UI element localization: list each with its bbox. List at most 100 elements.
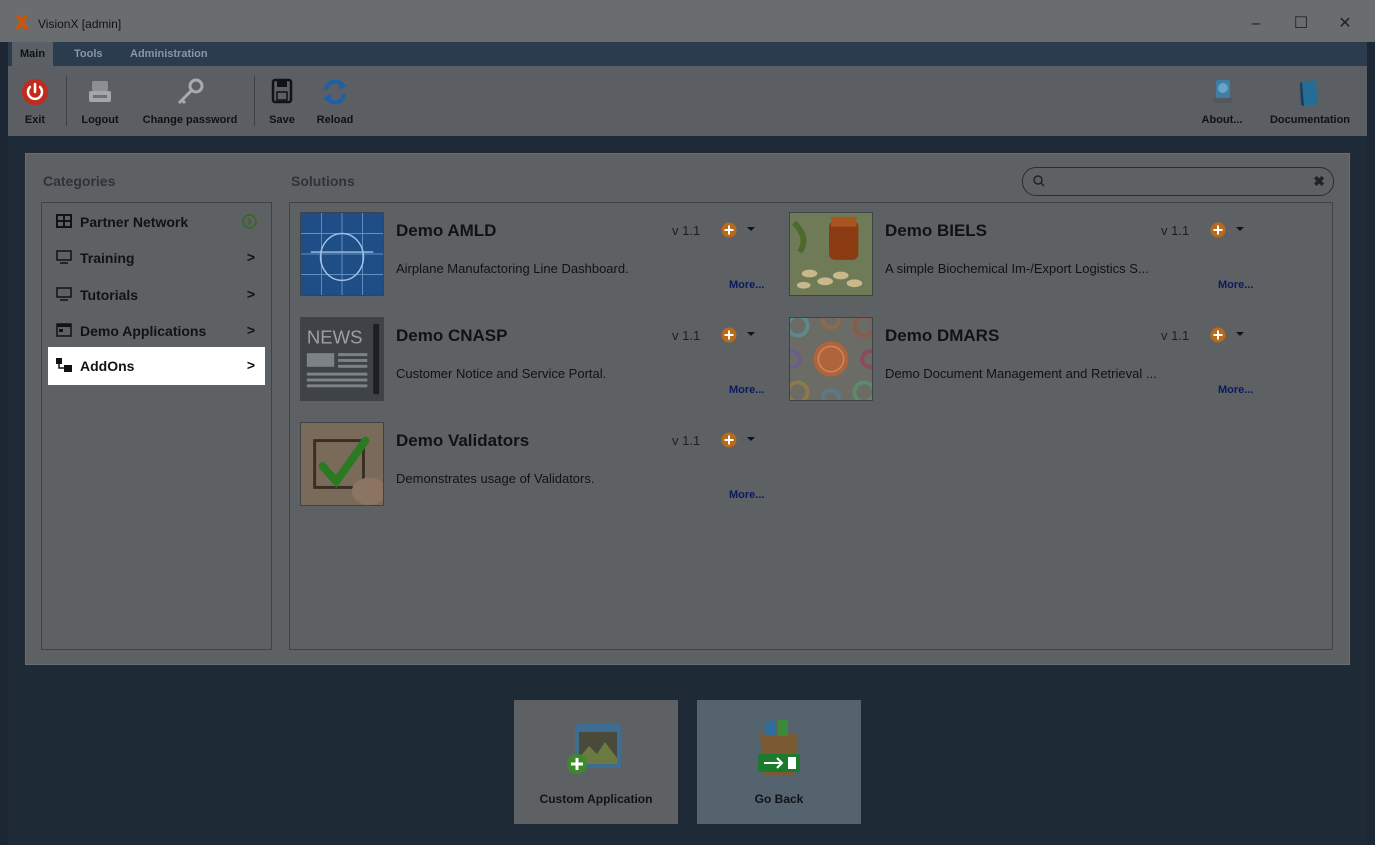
more-link[interactable]: More... (729, 384, 764, 396)
window-icon (56, 323, 72, 337)
visionx-logo-icon (15, 15, 29, 29)
category-partner-network[interactable]: Partner Network (48, 203, 265, 241)
pills-thumbnail (789, 212, 873, 296)
solution-description: A simple Biochemical Im-/Export Logistic… (885, 261, 1149, 276)
category-tutorials[interactable]: Tutorials > (48, 276, 265, 314)
tab-tools[interactable]: Tools (66, 42, 111, 66)
close-window-button[interactable]: ✕ (1330, 12, 1360, 36)
book-icon (1300, 80, 1318, 106)
menu-tab-bar: Main Tools Administration (8, 42, 1367, 66)
solution-version: v 1.1 (672, 223, 701, 238)
solution-name: Demo Validators (396, 431, 530, 450)
grid-icon (56, 214, 72, 228)
about-icon (1214, 80, 1232, 103)
add-icon[interactable] (721, 222, 737, 238)
maximize-button[interactable]: ☐ (1286, 12, 1316, 36)
dropdown-arrow-icon[interactable] (1236, 332, 1244, 336)
addons-icon (56, 358, 72, 372)
solution-description: Demonstrates usage of Validators. (396, 471, 595, 486)
solution-description: Airplane Manufactoring Line Dashboard. (396, 261, 629, 276)
logout-button[interactable]: Logout (72, 66, 128, 132)
solution-card-validators[interactable]: Demo Validators v 1.1 Demonstrates usage… (300, 422, 770, 512)
about-label: About... (1201, 114, 1243, 126)
custom-application-icon (567, 724, 621, 774)
solution-name: Demo DMARS (885, 326, 1000, 345)
category-label: Training (80, 250, 135, 266)
more-link[interactable]: More... (729, 279, 764, 291)
power-icon (22, 79, 48, 105)
circles-pattern-thumbnail (789, 317, 873, 401)
airplane-blueprint-thumbnail (300, 212, 384, 296)
add-icon[interactable] (721, 432, 737, 448)
checkmark-thumbnail (300, 422, 384, 506)
category-label: AddOns (80, 358, 135, 374)
category-label: Demo Applications (80, 323, 207, 339)
dropdown-arrow-icon[interactable] (747, 437, 755, 441)
solution-name: Demo AMLD (396, 221, 497, 240)
clear-search-icon[interactable]: ✖ (1313, 173, 1325, 190)
circle-chevron-right-icon (242, 214, 257, 229)
category-demo-applications[interactable]: Demo Applications > (48, 312, 265, 350)
chevron-right-icon: > (246, 357, 255, 373)
chevron-right-icon: > (246, 322, 255, 338)
chevron-right-icon: > (246, 286, 255, 302)
custom-application-button[interactable]: Custom Application (514, 700, 678, 824)
solution-card-biels[interactable]: Demo BIELS v 1.1 A simple Biochemical Im… (789, 212, 1259, 302)
go-back-label: Go Back (754, 792, 804, 806)
dropdown-arrow-icon[interactable] (747, 332, 755, 336)
toolbar-separator (66, 76, 67, 126)
search-icon (1033, 175, 1045, 187)
category-label: Partner Network (80, 214, 189, 230)
more-link[interactable]: More... (1218, 384, 1253, 396)
solution-version: v 1.1 (672, 328, 701, 343)
go-back-icon (758, 720, 800, 776)
exit-button[interactable]: Exit (12, 66, 58, 132)
solutions-heading: Solutions (291, 173, 355, 189)
categories-list: Partner Network Training > Tutorials > D… (41, 202, 272, 650)
change-password-button[interactable]: Change password (134, 66, 246, 132)
toolbar-separator (254, 76, 255, 126)
save-icon (271, 78, 293, 104)
custom-application-label: Custom Application (539, 792, 653, 806)
news-thumbnail-text: NEWS (307, 326, 363, 347)
change-password-label: Change password (142, 114, 238, 126)
reload-button[interactable]: Reload (312, 66, 358, 132)
monitor-icon (56, 287, 72, 301)
save-label: Save (269, 114, 295, 126)
dropdown-arrow-icon[interactable] (1236, 227, 1244, 231)
title-bar: VisionX [admin] – ☐ ✕ (0, 0, 1375, 42)
solution-version: v 1.1 (1161, 223, 1190, 238)
about-button[interactable]: About... (1196, 66, 1248, 132)
tab-main[interactable]: Main (12, 42, 54, 66)
chevron-right-icon: > (246, 249, 255, 265)
solution-name: Demo BIELS (885, 221, 988, 240)
solution-card-cnasp[interactable]: NEWS Demo CNASP v 1.1 Customer Notice an… (300, 317, 770, 407)
logout-label: Logout (81, 114, 119, 126)
monitor-icon (56, 250, 72, 264)
add-icon[interactable] (1210, 222, 1226, 238)
solution-card-dmars[interactable]: Demo DMARS v 1.1 Demo Document Managemen… (789, 317, 1259, 407)
solution-version: v 1.1 (1161, 328, 1190, 343)
category-training[interactable]: Training > (48, 239, 265, 277)
more-link[interactable]: More... (1218, 279, 1253, 291)
go-back-button[interactable]: Go Back (697, 700, 861, 824)
solution-version: v 1.1 (672, 433, 701, 448)
tab-administration[interactable]: Administration (122, 42, 216, 66)
category-label: Tutorials (80, 287, 139, 303)
categories-heading: Categories (43, 173, 116, 189)
save-button[interactable]: Save (262, 66, 302, 132)
documentation-button[interactable]: Documentation (1260, 66, 1360, 132)
add-icon[interactable] (721, 327, 737, 343)
more-link[interactable]: More... (729, 489, 764, 501)
logout-icon (89, 81, 111, 102)
toolbar: Exit Logout Change password Save Reload … (8, 66, 1367, 136)
dropdown-arrow-icon[interactable] (747, 227, 755, 231)
minimize-button[interactable]: – (1241, 12, 1271, 36)
solution-card-amld[interactable]: Demo AMLD v 1.1 Airplane Manufactoring L… (300, 212, 770, 302)
category-addons[interactable]: AddOns > (48, 347, 265, 385)
news-thumbnail: NEWS (300, 317, 384, 401)
search-input[interactable] (1051, 172, 1311, 192)
reload-icon (323, 79, 347, 105)
window-title: VisionX [admin] (38, 17, 122, 31)
add-icon[interactable] (1210, 327, 1226, 343)
